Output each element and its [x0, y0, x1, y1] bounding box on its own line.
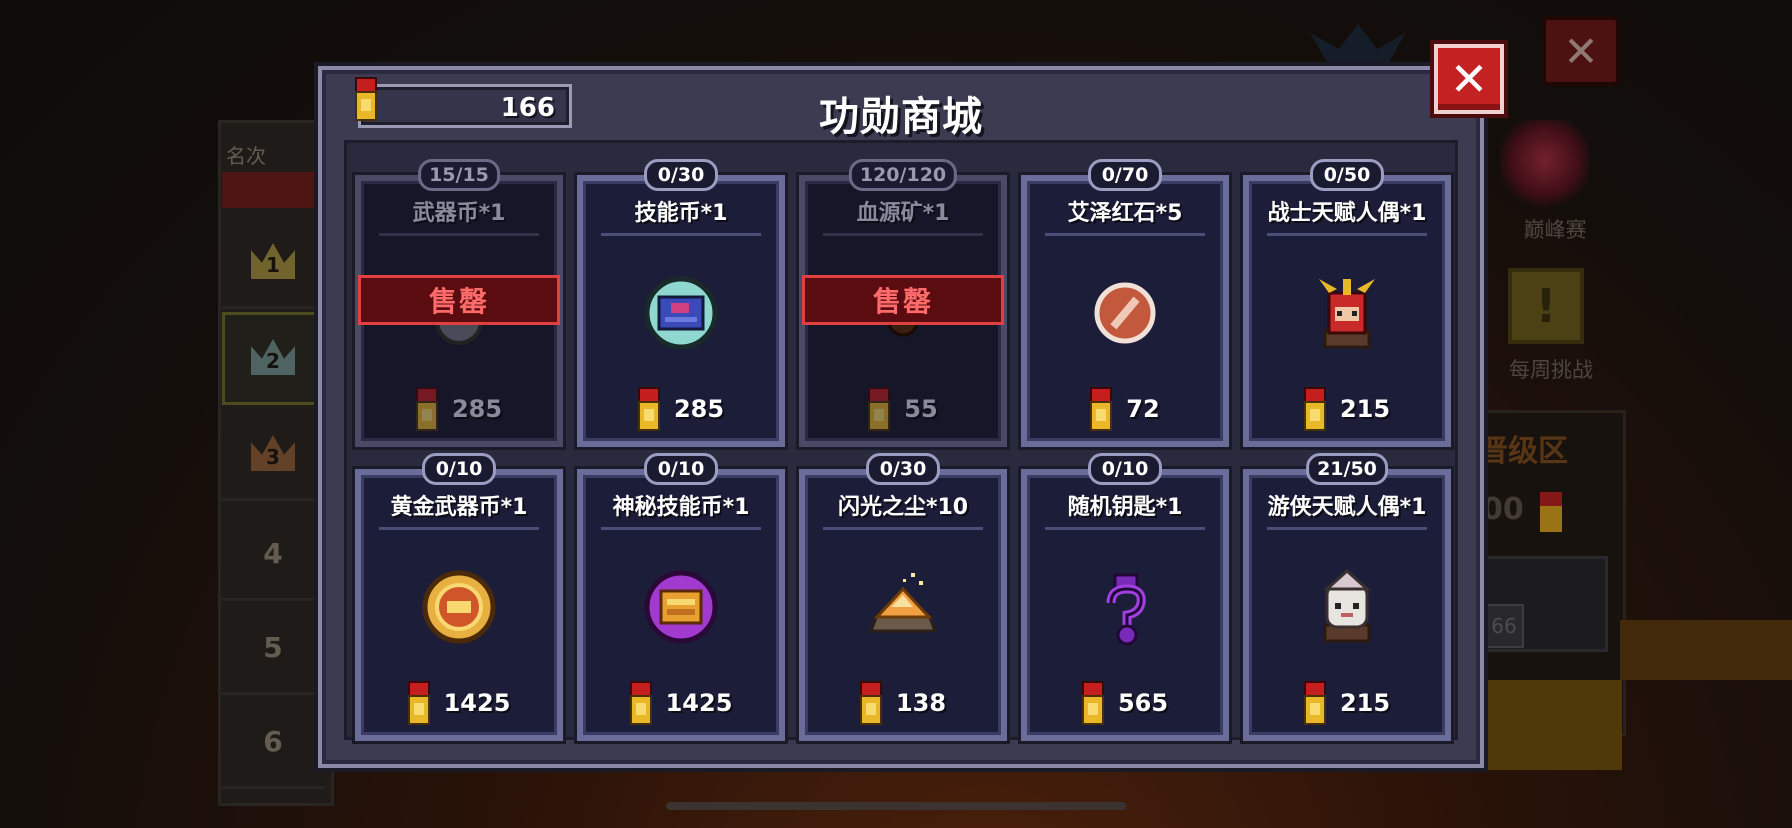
skill-coin-icon	[641, 273, 721, 353]
price-value: 285	[451, 395, 503, 423]
medal-icon	[637, 387, 660, 431]
divider	[1045, 233, 1205, 236]
price-value: 72	[1126, 395, 1160, 423]
price-value: 215	[1339, 689, 1391, 717]
merit-shop-dialog: 166 功勋商城 15/15 武器币*1 售罄 285 0/30 技能币*1 285 120/…	[318, 66, 1484, 768]
medal-icon	[407, 681, 430, 725]
mystic-skill-coin-icon	[641, 567, 721, 647]
shop-item-card[interactable]: 0/30 技能币*1 285	[577, 159, 785, 447]
divider	[379, 527, 539, 530]
item-price: 72	[1027, 387, 1223, 431]
item-price: 138	[805, 681, 1001, 725]
price-value: 1425	[665, 689, 733, 717]
item-name: 游侠天赋人偶*1	[1267, 495, 1427, 520]
divider	[1267, 527, 1427, 530]
price-value: 1425	[443, 689, 511, 717]
random-key-icon	[1085, 567, 1165, 647]
item-price: 1425	[583, 681, 779, 725]
divider	[823, 527, 983, 530]
purchase-limit-badge: 0/30	[644, 159, 718, 191]
medal-icon	[1303, 681, 1326, 725]
shop-item-card[interactable]: 0/50 战士天赋人偶*1 215	[1243, 159, 1451, 447]
price-value: 285	[673, 395, 725, 423]
divider	[1267, 233, 1427, 236]
shop-item-card[interactable]: 0/70 艾泽红石*5 72	[1021, 159, 1229, 447]
item-price: 215	[1249, 681, 1445, 725]
ranger-doll-icon	[1307, 567, 1387, 647]
item-name: 神秘技能币*1	[612, 495, 750, 520]
item-name: 技能币*1	[634, 201, 728, 226]
flash-dust-icon	[863, 567, 943, 647]
purchase-limit-badge: 0/10	[422, 453, 496, 485]
medal-icon	[415, 387, 438, 431]
item-name: 艾泽红石*5	[1067, 201, 1183, 226]
purchase-limit-badge: 0/30	[866, 453, 940, 485]
shop-item-card[interactable]: 0/10 神秘技能币*1 1425	[577, 453, 785, 741]
close-button[interactable]: ✕	[1434, 44, 1504, 114]
shop-item-card[interactable]: 21/50 游侠天赋人偶*1 215	[1243, 453, 1451, 741]
price-value: 215	[1339, 395, 1391, 423]
item-price: 1425	[361, 681, 557, 725]
sold-out-banner: 售罄	[358, 275, 560, 325]
shop-item-card[interactable]: 120/120 血源矿*1 售罄 55	[799, 159, 1007, 447]
medal-icon	[1090, 387, 1113, 431]
red-stone-icon	[1085, 273, 1165, 353]
item-grid: 15/15 武器币*1 售罄 285 0/30 技能币*1 285 120/120 血源矿*1 售…	[344, 140, 1458, 741]
purchase-limit-badge: 15/15	[418, 159, 500, 191]
divider	[823, 233, 983, 236]
item-name: 黄金武器币*1	[390, 495, 528, 520]
medal-icon	[629, 681, 652, 725]
item-name: 武器币*1	[412, 201, 506, 226]
medal-icon	[859, 681, 882, 725]
shop-item-card[interactable]: 0/30 闪光之尘*10 138	[799, 453, 1007, 741]
purchase-limit-badge: 0/70	[1088, 159, 1162, 191]
divider	[601, 233, 761, 236]
sold-out-banner: 售罄	[802, 275, 1004, 325]
item-price: 55	[805, 387, 1001, 431]
medal-icon	[868, 387, 891, 431]
divider	[379, 233, 539, 236]
purchase-limit-badge: 21/50	[1306, 453, 1388, 485]
warrior-doll-icon	[1307, 273, 1387, 353]
shop-item-card[interactable]: 0/10 随机钥匙*1 565	[1021, 453, 1229, 741]
gold-weapon-coin-icon	[419, 567, 499, 647]
purchase-limit-badge: 0/10	[644, 453, 718, 485]
medal-icon	[1303, 387, 1326, 431]
purchase-limit-badge: 0/50	[1310, 159, 1384, 191]
price-value: 55	[904, 395, 938, 423]
item-price: 565	[1027, 681, 1223, 725]
item-name: 闪光之尘*10	[837, 495, 969, 520]
price-value: 565	[1117, 689, 1169, 717]
medal-icon	[1081, 681, 1104, 725]
divider	[601, 527, 761, 530]
item-price: 285	[361, 387, 557, 431]
item-name: 随机钥匙*1	[1067, 495, 1183, 520]
home-indicator	[666, 802, 1126, 810]
dialog-title: 功勋商城	[819, 94, 983, 140]
item-price: 215	[1249, 387, 1445, 431]
shop-item-card[interactable]: 15/15 武器币*1 售罄 285	[355, 159, 563, 447]
purchase-limit-badge: 0/10	[1088, 453, 1162, 485]
item-name: 血源矿*1	[856, 201, 950, 226]
item-name: 战士天赋人偶*1	[1267, 201, 1427, 226]
divider	[1045, 527, 1205, 530]
shop-item-card[interactable]: 0/10 黄金武器币*1 1425	[355, 453, 563, 741]
price-value: 138	[895, 689, 947, 717]
purchase-limit-badge: 120/120	[848, 159, 958, 191]
item-price: 285	[583, 387, 779, 431]
